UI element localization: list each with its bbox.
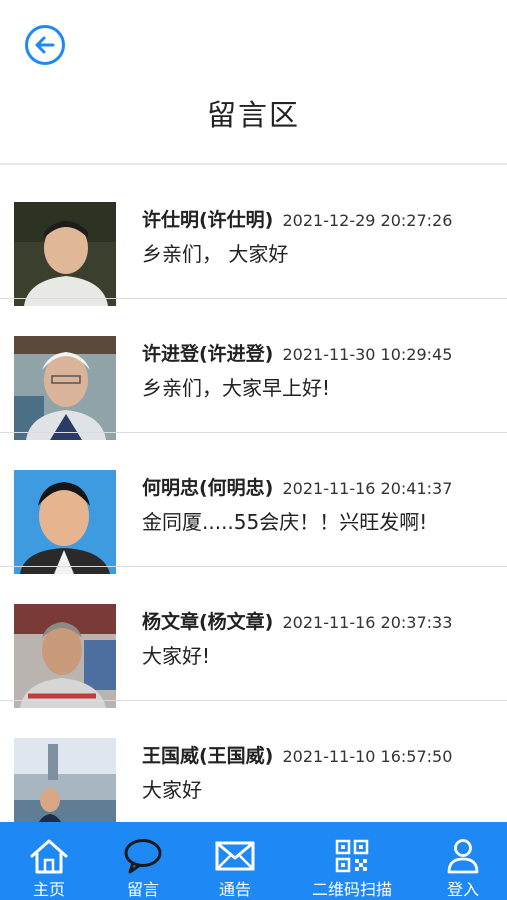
nav-label: 主页: [32, 880, 65, 899]
user-icon: [446, 838, 480, 874]
message-time: 2021-11-16 20:37:33: [282, 613, 453, 632]
message-time: 2021-12-29 20:27:26: [282, 211, 453, 230]
nav-home[interactable]: 主页: [14, 822, 84, 900]
message-text: 金同厦.....55会庆！！兴旺发啊!: [142, 510, 428, 534]
message-header: 许仕明(许仕明) 2021-12-29 20:27:26: [142, 205, 452, 232]
header: 留言区: [0, 0, 507, 165]
bottom-nav: 主页 留言 通告 二维码扫描 登入: [0, 822, 507, 900]
qr-code-icon: [335, 838, 369, 874]
message-item[interactable]: 杨文章(杨文章) 2021-11-16 20:37:33 大家好!: [0, 567, 507, 708]
sender-name: 许进登(许进登): [142, 343, 274, 365]
message-item[interactable]: 许进登(许进登) 2021-11-30 10:29:45 乡亲们，大家早上好!: [0, 299, 507, 440]
nav-qr-scan[interactable]: 二维码扫描: [302, 822, 402, 900]
avatar: [14, 202, 116, 306]
back-button[interactable]: [25, 25, 65, 65]
message-header: 何明忠(何明忠) 2021-11-16 20:41:37: [142, 473, 452, 500]
home-icon: [29, 838, 69, 874]
nav-message[interactable]: 留言: [108, 822, 178, 900]
message-header: 王国威(王国威) 2021-11-10 16:57:50: [142, 741, 452, 768]
avatar: [14, 336, 116, 440]
message-list: 许仕明(许仕明) 2021-12-29 20:27:26 乡亲们， 大家好 许进…: [0, 165, 507, 842]
message-time: 2021-11-30 10:29:45: [282, 345, 453, 364]
avatar-photo-icon: [14, 470, 116, 574]
avatar: [14, 470, 116, 574]
message-text: 大家好: [142, 778, 202, 802]
message-time: 2021-11-10 16:57:50: [282, 747, 453, 766]
arrow-left-icon: [35, 36, 55, 54]
chat-bubble-icon: [123, 838, 163, 874]
sender-name: 许仕明(许仕明): [142, 209, 274, 231]
nav-login[interactable]: 登入: [428, 822, 498, 900]
sender-name: 何明忠(何明忠): [142, 477, 274, 499]
message-item[interactable]: 王国威(王国威) 2021-11-10 16:57:50 大家好: [0, 701, 507, 842]
message-item[interactable]: 何明忠(何明忠) 2021-11-16 20:41:37 金同厦.....55会…: [0, 433, 507, 574]
nav-label: 登入: [446, 880, 479, 899]
nav-label: 通告: [218, 880, 251, 899]
avatar-photo-icon: [14, 336, 116, 440]
envelope-icon: [215, 838, 255, 874]
message-item[interactable]: 许仕明(许仕明) 2021-12-29 20:27:26 乡亲们， 大家好: [0, 165, 507, 306]
message-time: 2021-11-16 20:41:37: [282, 479, 453, 498]
nav-label: 二维码扫描: [311, 880, 392, 899]
page-title: 留言区: [206, 98, 300, 132]
sender-name: 杨文章(杨文章): [142, 611, 274, 633]
avatar-photo-icon: [14, 202, 116, 306]
message-text: 乡亲们， 大家好: [142, 242, 289, 266]
message-text: 乡亲们，大家早上好!: [142, 376, 331, 400]
avatar: [14, 604, 116, 708]
avatar-photo-icon: [14, 604, 116, 708]
nav-label: 留言: [126, 880, 159, 899]
sender-name: 王国威(王国威): [142, 745, 274, 767]
message-header: 许进登(许进登) 2021-11-30 10:29:45: [142, 339, 452, 366]
message-header: 杨文章(杨文章) 2021-11-16 20:37:33: [142, 607, 452, 634]
nav-notice[interactable]: 通告: [200, 822, 270, 900]
message-text: 大家好!: [142, 644, 211, 668]
message-board-screen: 留言区 许仕明(许仕明) 2021-12-29 20:27:26 乡亲们， 大家…: [0, 0, 507, 900]
